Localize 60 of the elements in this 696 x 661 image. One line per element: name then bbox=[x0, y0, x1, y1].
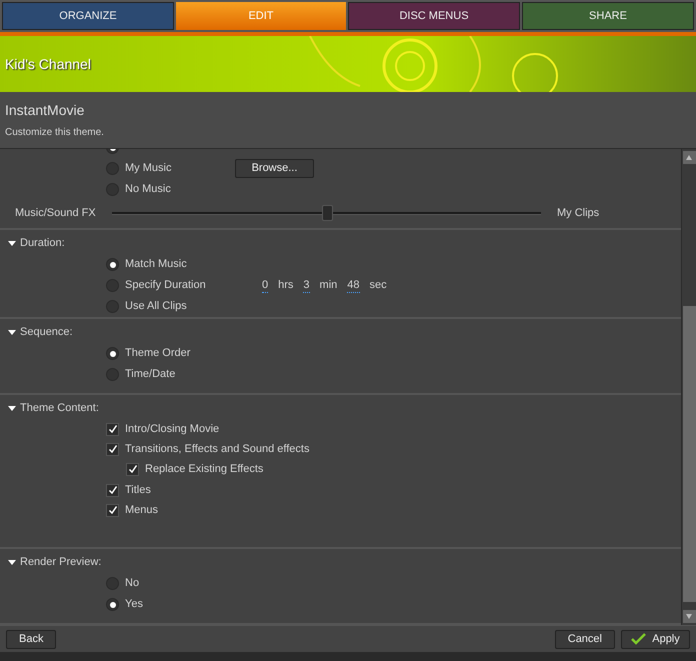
collapse-arrow-icon[interactable] bbox=[8, 330, 16, 334]
checkbox[interactable] bbox=[106, 442, 119, 456]
option-label: Specify Duration bbox=[125, 278, 206, 294]
back-button[interactable]: Back bbox=[6, 630, 56, 648]
duration-field[interactable]: 48 bbox=[347, 278, 360, 292]
radio-button[interactable] bbox=[106, 347, 119, 360]
checkbox[interactable] bbox=[106, 422, 119, 436]
option-label: Replace Existing Effects bbox=[145, 462, 264, 477]
radio-button[interactable] bbox=[106, 183, 119, 196]
nav-tab[interactable]: SHARE bbox=[522, 2, 694, 30]
section-heading: Theme Content: bbox=[20, 400, 99, 416]
nav-tab[interactable]: DISC MENUS bbox=[348, 2, 520, 30]
option-label: Match Music bbox=[125, 257, 187, 272]
checkbox[interactable] bbox=[126, 462, 139, 476]
checkbox[interactable] bbox=[106, 484, 119, 496]
option-label: No Music bbox=[125, 182, 171, 198]
duration-field[interactable]: 3 bbox=[303, 278, 310, 292]
scrollbar[interactable] bbox=[681, 149, 696, 625]
scroll-thumb[interactable] bbox=[682, 306, 696, 602]
radio-button[interactable] bbox=[106, 368, 119, 381]
collapse-arrow-icon[interactable] bbox=[8, 406, 16, 410]
option-label: Time/Date bbox=[125, 367, 176, 382]
collapse-arrow-icon[interactable] bbox=[8, 240, 16, 246]
banner-title: Kid's Channel bbox=[5, 54, 91, 74]
option-label: Titles bbox=[125, 482, 151, 498]
radio-button[interactable] bbox=[106, 279, 119, 292]
option-label: My Music bbox=[125, 161, 172, 176]
duration-field[interactable]: 0 bbox=[262, 278, 268, 292]
section-heading: Render Preview: bbox=[20, 554, 102, 570]
option-label: Transitions, Effects and Sound effects bbox=[125, 442, 310, 457]
option-label: Menus bbox=[125, 502, 158, 518]
collapse-arrow-icon[interactable] bbox=[8, 560, 16, 564]
radio-button[interactable] bbox=[106, 577, 119, 590]
cancel-button[interactable]: Cancel bbox=[554, 630, 615, 648]
checkmark-icon bbox=[631, 633, 646, 645]
browse-button[interactable]: Browse... bbox=[235, 159, 314, 178]
option-label: Use All Clips bbox=[125, 299, 187, 314]
panel-title: InstantMovie bbox=[5, 101, 86, 120]
section-heading: Duration: bbox=[20, 236, 65, 251]
slider-label: Music/Sound FX bbox=[15, 206, 97, 221]
panel-subtitle: Customize this theme. bbox=[5, 126, 105, 140]
scroll-down-icon[interactable] bbox=[682, 610, 696, 623]
option-label: Theme Order bbox=[125, 346, 190, 362]
radio-button[interactable] bbox=[106, 300, 119, 313]
checkbox[interactable] bbox=[106, 504, 119, 516]
scroll-up-icon[interactable] bbox=[682, 151, 696, 164]
radio-button[interactable] bbox=[106, 598, 119, 611]
radio-button[interactable] bbox=[106, 258, 119, 271]
nav-tab[interactable]: ORGANIZE bbox=[2, 2, 174, 30]
unit-label: sec bbox=[370, 278, 387, 294]
option-label: Intro/Closing Movie bbox=[125, 422, 220, 437]
unit-label: hrs bbox=[278, 278, 294, 294]
radio-button[interactable] bbox=[106, 162, 119, 175]
option-label: Yes bbox=[125, 597, 143, 612]
option-label: No bbox=[125, 576, 140, 592]
apply-button[interactable]: Apply bbox=[621, 630, 690, 648]
section-heading: Sequence: bbox=[20, 324, 73, 340]
slider-label: My Clips bbox=[557, 206, 600, 221]
slider-thumb[interactable] bbox=[322, 204, 332, 220]
unit-label: min bbox=[320, 278, 338, 294]
